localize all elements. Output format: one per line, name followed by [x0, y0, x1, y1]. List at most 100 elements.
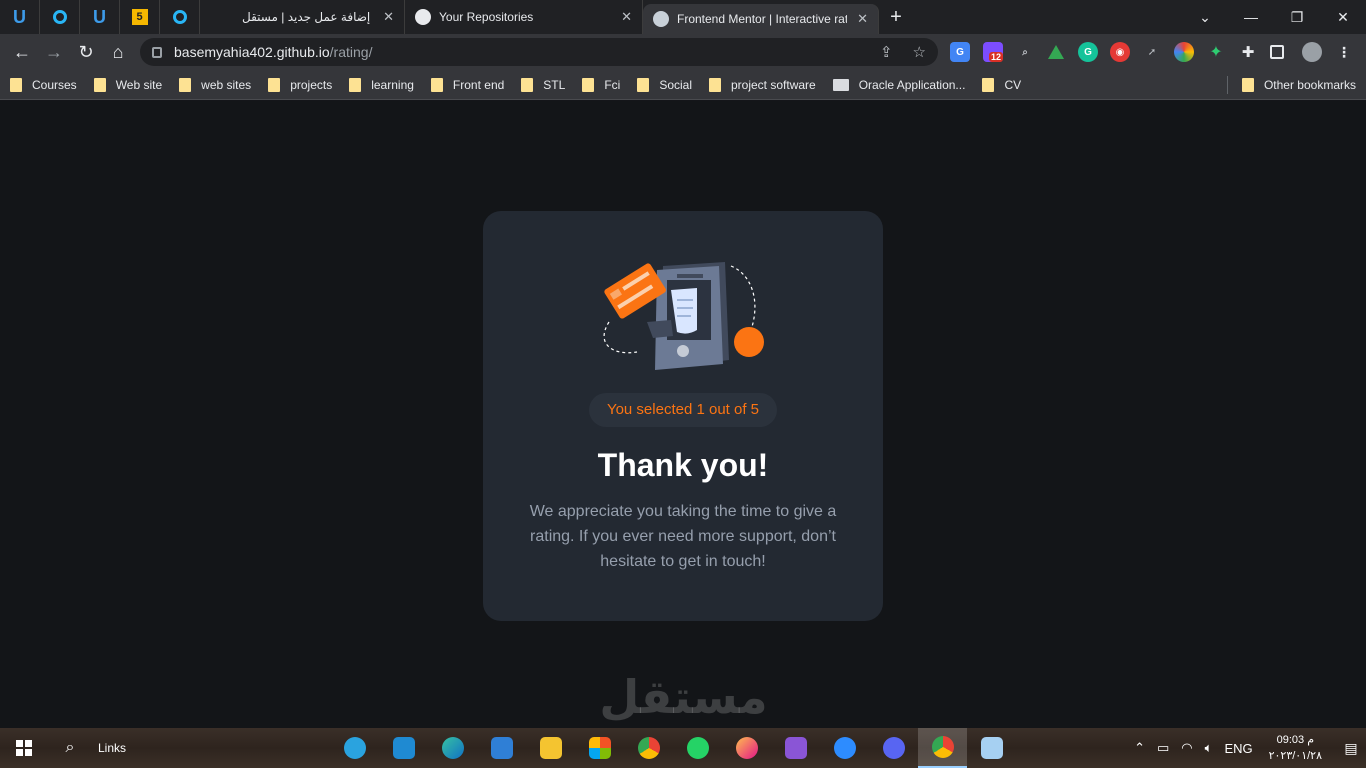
bookmark-folder[interactable]: CV [982, 77, 1022, 92]
thank-you-illustration [603, 262, 764, 370]
system-tray: ⌃ ▭ ◠ 🔈︎ ENG 09:03 م ٢٠٢٣/٠١/٢٨ ▤ [1134, 728, 1366, 768]
bookmark-label: Web site [115, 77, 163, 92]
tab-repositories[interactable]: Your Repositories ✕ [405, 0, 643, 34]
wifi-icon[interactable]: ◠ [1181, 740, 1192, 756]
page-icon [832, 78, 849, 91]
side-panel-icon[interactable] [1270, 45, 1284, 59]
bookmark-label: learning [371, 77, 414, 92]
file-explorer-icon[interactable] [526, 728, 575, 768]
bookmark-folder[interactable]: projects [268, 77, 332, 92]
bookmark-folder[interactable]: Social [637, 77, 692, 92]
mail-icon[interactable] [477, 728, 526, 768]
translate-extension-icon[interactable]: G [950, 42, 970, 62]
circle-icon [172, 10, 187, 24]
bookmark-folder[interactable]: learning [349, 77, 414, 92]
search-icon[interactable]: ⌕ [48, 728, 92, 768]
tab-frontend-mentor[interactable]: Frontend Mentor | Interactive rat ✕ [643, 4, 879, 34]
bookmark-link[interactable]: Oracle Application... [832, 77, 966, 92]
share-icon[interactable]: ⇪ [880, 43, 893, 61]
clock-date: ٢٠٢٣/٠١/٢٨ [1268, 750, 1322, 762]
visual-studio-icon[interactable] [771, 728, 820, 768]
bookmark-folder[interactable]: Fci [582, 77, 620, 92]
extension-icon[interactable]: ✦ [1206, 42, 1226, 62]
url-host: basemyahia402.github.io [174, 44, 330, 60]
start-button[interactable] [0, 728, 48, 768]
pinned-tab-3[interactable]: U [80, 0, 120, 34]
folder-icon [709, 77, 721, 92]
volume-icon[interactable]: 🔈︎ [1205, 740, 1213, 756]
back-button[interactable]: ← [6, 36, 38, 68]
bookmark-folder[interactable]: Courses [10, 77, 77, 92]
pinned-tab-4[interactable]: 5 [120, 0, 160, 34]
chevron-up-icon[interactable]: ⌃ [1134, 740, 1145, 756]
profile-avatar[interactable] [1302, 42, 1322, 62]
bookmark-folder[interactable]: Front end [430, 77, 505, 92]
address-bar[interactable]: basemyahia402.github.io/rating/ ⇪ ☆ [140, 38, 938, 66]
windows-taskbar: ⌕ Links ⌃ ▭ ◠ 🔈︎ ENG 09:03 م ٢٠٢٣/٠١/٢٨ … [0, 728, 1366, 768]
bookmark-label: Front end [452, 77, 505, 92]
bookmark-label: CV [1004, 77, 1022, 92]
close-window-button[interactable]: ✕ [1320, 0, 1366, 34]
menu-kebab-icon[interactable]: ⋮ [1334, 42, 1354, 62]
folder-icon [582, 77, 595, 92]
firefox-icon[interactable] [722, 728, 771, 768]
bookmark-label: Courses [32, 77, 77, 92]
pinned-tab-5[interactable] [160, 0, 200, 34]
chrome-active-icon[interactable] [918, 728, 967, 768]
page-content: You selected 1 out of 5 Thank you! We ap… [0, 101, 1366, 728]
folder-icon [982, 77, 995, 92]
close-icon[interactable]: ✕ [383, 9, 394, 25]
tab-search-icon[interactable]: ⌄ [1182, 0, 1228, 34]
home-button[interactable]: ⌂ [102, 36, 134, 68]
whatsapp-icon[interactable] [673, 728, 722, 768]
reload-button[interactable]: ↻ [70, 36, 102, 68]
puzzle-extensions-icon[interactable]: ✚ [1238, 42, 1258, 62]
other-bookmarks[interactable]: Other bookmarks [1241, 70, 1356, 100]
discord-icon[interactable] [869, 728, 918, 768]
folder-icon [637, 77, 650, 92]
search-extension-icon[interactable]: ⌕ [1015, 42, 1035, 62]
bookmark-folder[interactable]: STL [521, 77, 566, 92]
taskbar-apps [330, 728, 1016, 768]
bookmark-star-icon[interactable]: ☆ [913, 43, 926, 61]
links-toolbar[interactable]: Links [98, 741, 126, 755]
microsoft-store-icon[interactable] [575, 728, 624, 768]
vscode-icon[interactable] [379, 728, 428, 768]
telegram-icon[interactable] [330, 728, 379, 768]
drive-extension-icon[interactable] [1046, 42, 1066, 62]
edge-icon[interactable] [428, 728, 477, 768]
bookmark-folder[interactable]: Web site [93, 77, 163, 92]
cursor-extension-icon[interactable]: ➚ [1142, 42, 1162, 62]
bookmark-label: STL [543, 77, 566, 92]
notepad-icon[interactable] [967, 728, 1016, 768]
github-icon [415, 9, 431, 25]
forward-button[interactable]: → [38, 36, 70, 68]
pinned-tab-1[interactable]: U [0, 0, 40, 34]
pinned-tab-2[interactable] [40, 0, 80, 34]
folder-icon [430, 77, 443, 92]
new-tab-button[interactable]: + [879, 0, 913, 34]
restore-button[interactable]: ❐ [1274, 0, 1320, 34]
clock[interactable]: 09:03 م ٢٠٢٣/٠١/٢٨ [1269, 732, 1322, 764]
lock-icon [152, 46, 162, 58]
site-favicon-icon [653, 11, 669, 27]
color-extension-icon[interactable] [1174, 42, 1194, 62]
bookmark-label: Other bookmarks [1263, 78, 1356, 92]
close-icon[interactable]: ✕ [857, 11, 868, 27]
notification-center-icon[interactable]: ▤ [1336, 740, 1366, 757]
language-indicator[interactable]: ENG [1224, 741, 1252, 756]
bookmark-folder[interactable]: project software [709, 77, 816, 92]
bookmark-label: Oracle Application... [858, 77, 966, 92]
chrome-icon[interactable] [624, 728, 673, 768]
extension-icon[interactable]: 12 [983, 42, 1004, 62]
zoom-icon[interactable] [820, 728, 869, 768]
battery-icon[interactable]: ▭ [1157, 740, 1169, 756]
extension-icon[interactable]: ◉ [1110, 42, 1130, 62]
tab-mostaql[interactable]: إضافة عمل جديد | مستقل ✕ [200, 0, 405, 34]
bookmarks-divider [1227, 76, 1228, 94]
bookmark-folder[interactable]: web sites [179, 77, 251, 92]
close-icon[interactable]: ✕ [621, 9, 632, 25]
grammarly-extension-icon[interactable]: G [1078, 42, 1098, 62]
folder-icon [93, 77, 106, 92]
minimize-button[interactable]: — [1228, 0, 1274, 34]
